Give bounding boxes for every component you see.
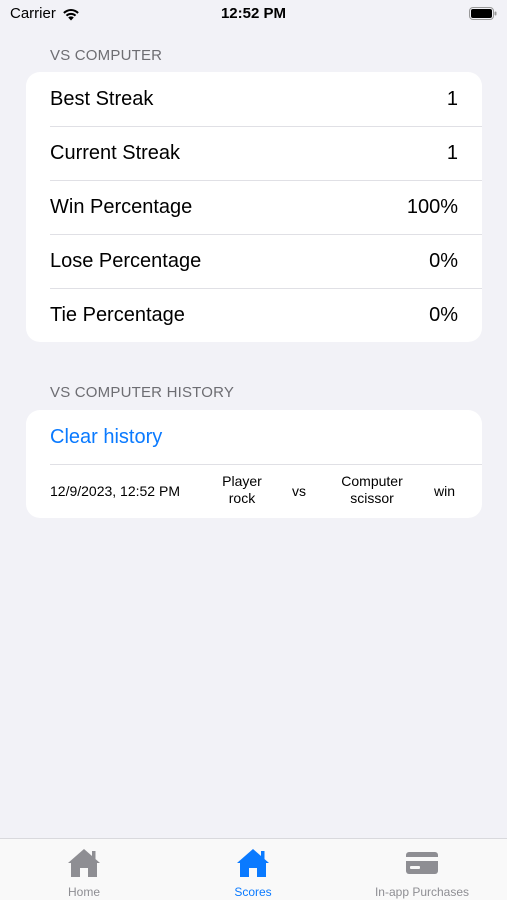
stat-value: 0%: [429, 249, 458, 272]
tab-in-app-purchases[interactable]: In-app Purchases: [362, 839, 482, 900]
stat-row-tie-percentage: Tie Percentage 0%: [26, 288, 482, 342]
history-result: win: [434, 483, 456, 499]
status-time: 12:52 PM: [220, 5, 287, 22]
stat-row-current-streak: Current Streak 1: [26, 126, 482, 180]
battery-icon: [469, 7, 497, 20]
stat-label: Lose Percentage: [50, 249, 202, 272]
stat-row-best-streak: Best Streak 1: [26, 72, 482, 126]
history-card: Clear history 12/9/2023, 12:52 PM Player…: [26, 410, 482, 518]
stat-value: 1: [446, 141, 458, 164]
stat-value: 100%: [406, 195, 458, 218]
player-title: Player: [222, 473, 262, 489]
credit-card-icon: [406, 852, 438, 874]
status-bar: Carrier 12:52 PM: [0, 0, 507, 30]
history-player: Player rock: [216, 473, 268, 507]
history-date: 12/9/2023, 12:52 PM: [50, 483, 180, 499]
computer-move: scissor: [350, 490, 394, 506]
tab-bar: Home Scores In-app Purchases: [0, 838, 507, 900]
tab-home[interactable]: Home: [44, 839, 124, 900]
stat-row-win-percentage: Win Percentage 100%: [26, 180, 482, 234]
clear-history-button[interactable]: Clear history: [26, 410, 482, 464]
player-move: rock: [228, 490, 256, 506]
stat-row-lose-percentage: Lose Percentage 0%: [26, 234, 482, 288]
stat-label: Tie Percentage: [50, 303, 185, 326]
stat-value: 0%: [429, 303, 458, 326]
stat-value: 1: [446, 87, 458, 110]
vs-computer-stats-card: Best Streak 1 Current Streak 1 Win Perce…: [26, 72, 482, 342]
stat-label: Current Streak: [50, 141, 181, 164]
history-computer: Computer scissor: [332, 473, 412, 507]
tab-label: In-app Purchases: [374, 885, 470, 899]
stat-label: Best Streak: [50, 87, 154, 110]
history-vs: vs: [292, 483, 306, 499]
history-row: 12/9/2023, 12:52 PM Player rock vs Compu…: [26, 464, 482, 518]
house-icon: [68, 849, 100, 877]
tab-label: Scores: [234, 885, 272, 899]
house-icon: [237, 849, 269, 877]
tab-scores[interactable]: Scores: [213, 839, 293, 900]
vs-computer-header: VS COMPUTER: [50, 47, 163, 64]
computer-title: Computer: [341, 473, 403, 489]
stat-label: Win Percentage: [50, 195, 193, 218]
history-header: VS COMPUTER HISTORY: [50, 384, 235, 401]
tab-label: Home: [67, 885, 100, 899]
